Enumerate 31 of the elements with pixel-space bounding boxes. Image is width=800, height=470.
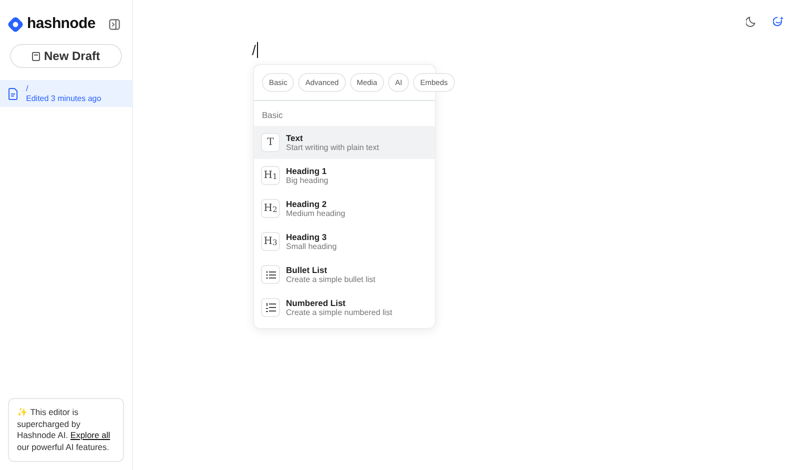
command-title: Numbered List	[286, 298, 347, 308]
command-item[interactable]: H$_{2}$ Heading 2 Medium heading	[254, 192, 435, 225]
draft-meta: Edited 3 minutes ago	[26, 94, 102, 104]
explore-all-link[interactable]: Explore all	[70, 430, 110, 440]
command-title: Heading 3	[286, 232, 327, 242]
command-item[interactable]: Bullet List Create a simple bullet list	[254, 258, 435, 291]
command-icon: H$_{1}$	[261, 166, 280, 185]
command-description: Big heading	[286, 176, 328, 186]
command-title: Heading 2	[286, 198, 327, 209]
command-title: Heading 1	[286, 166, 327, 176]
command-item[interactable]: Numbered List Create a simple numbered list	[254, 291, 435, 324]
command-icon: H$_{2}$	[261, 199, 280, 218]
new-draft-button[interactable]: New Draft	[10, 44, 122, 68]
command-icon: T	[261, 133, 280, 152]
command-description: Start writing with plain text	[286, 142, 379, 152]
command-title: Text	[286, 132, 304, 143]
section-heading: Basic	[261, 109, 284, 122]
command-item[interactable]: H$_{1}$ Heading 1 Big heading	[254, 159, 435, 192]
command-description: Small heading	[286, 242, 337, 252]
command-title: Bullet List	[286, 264, 328, 275]
command-description: Create a simple bullet list	[286, 274, 376, 284]
ai-promo-text: ✨ This editor is supercharged by Hashnode AI. Explore all our powerful AI features.	[17, 407, 112, 453]
command-item[interactable]: T Text Start writing with plain text	[254, 126, 435, 159]
draft-item[interactable]: / Edited 3 minutes ago	[0, 80, 132, 107]
command-description: Medium heading	[286, 208, 346, 218]
command-description: Create a simple numbered list	[286, 308, 392, 318]
draft-title: /	[26, 84, 30, 94]
logo-text[interactable]: hashnode	[27, 12, 96, 36]
command-item[interactable]: H$_{3}$ Heading 3 Small heading	[254, 225, 435, 258]
command-icon: H$_{3}$	[261, 232, 280, 251]
editor-text[interactable]: /	[252, 42, 258, 58]
